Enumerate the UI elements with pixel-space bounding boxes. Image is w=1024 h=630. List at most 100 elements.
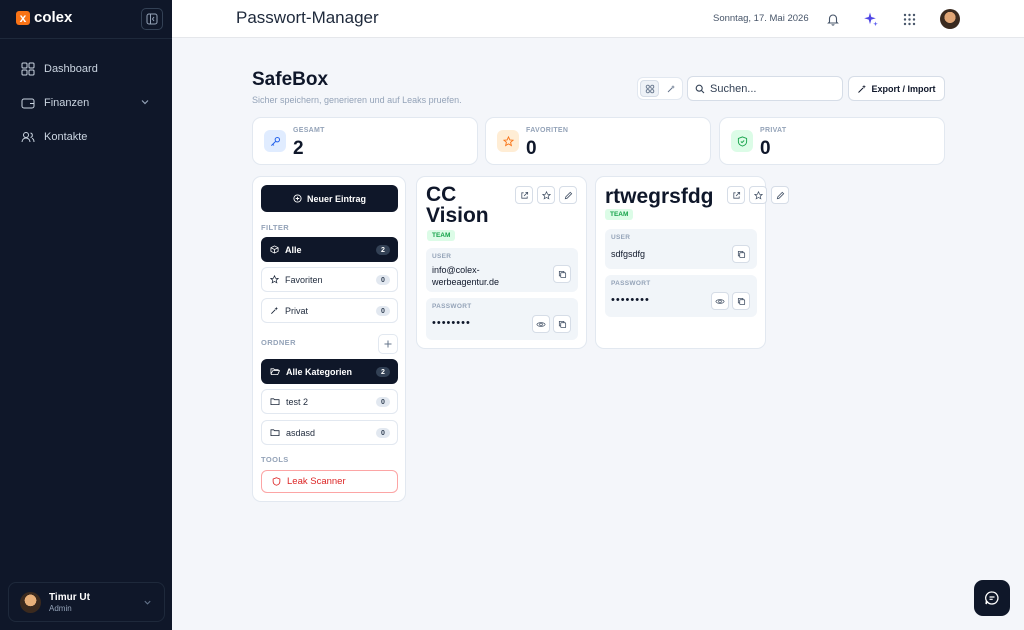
- sidebar-item-label: Dashboard: [44, 63, 98, 75]
- filter-item-alle[interactable]: Alle 2: [261, 237, 398, 262]
- notification-button[interactable]: [824, 10, 842, 28]
- apps-grid-icon: [903, 13, 915, 25]
- filter-label: Privat: [285, 305, 309, 316]
- add-folder-button[interactable]: [378, 334, 398, 354]
- export-import-button[interactable]: Export / Import: [848, 76, 945, 101]
- new-entry-button[interactable]: Neuer Eintrag: [261, 185, 398, 212]
- chevron-down-icon: [141, 100, 149, 105]
- sidebar-divider: [0, 38, 172, 39]
- sidebar-nav: Dashboard Finanzen Kontakte: [0, 56, 172, 158]
- eye-icon: [715, 298, 725, 304]
- chat-icon: [985, 591, 999, 605]
- stat-value: 2: [293, 138, 304, 159]
- folder-item-alle-kategorien[interactable]: Alle Kategorien 2: [261, 359, 398, 384]
- entry-title: CC Vision: [426, 184, 489, 226]
- external-link-icon: [732, 191, 740, 199]
- copy-icon: [737, 250, 745, 258]
- plus-circle-icon: [293, 194, 302, 203]
- ai-assistant-button[interactable]: [862, 10, 880, 28]
- search-input[interactable]: [710, 82, 835, 95]
- folder-count: 0: [376, 397, 390, 407]
- favorite-button[interactable]: [537, 186, 555, 204]
- sidebar-item-kontakte[interactable]: Kontakte: [0, 124, 172, 150]
- favorite-button[interactable]: [749, 186, 767, 204]
- brand-logo[interactable]: x colex: [16, 9, 72, 26]
- copy-password-button[interactable]: [553, 315, 571, 333]
- box-icon: [270, 245, 279, 254]
- magic-icon: [667, 84, 675, 92]
- entry-title-line: CC: [426, 183, 457, 206]
- folder-item-test-2[interactable]: test 2 0: [261, 389, 398, 414]
- generator-view-button[interactable]: [661, 80, 680, 97]
- external-link-icon: [520, 191, 528, 199]
- brand-mark-icon: x: [16, 10, 30, 25]
- copy-password-button[interactable]: [732, 292, 750, 310]
- folder-label: test 2: [286, 396, 309, 407]
- stat-value: 0: [526, 138, 537, 159]
- field-label: PASSWORT: [432, 303, 472, 310]
- entry-actions: [727, 186, 789, 204]
- folder-item-asdasd[interactable]: asdasd 0: [261, 420, 398, 445]
- bell-icon: [827, 14, 839, 26]
- team-badge: TEAM: [427, 230, 456, 241]
- user-menu[interactable]: Timur Ut Admin: [8, 582, 165, 622]
- filter-count: 0: [376, 275, 390, 285]
- search-box: [687, 76, 843, 101]
- safebox-title: SafeBox: [252, 69, 329, 90]
- folder-section-label: ORDNER: [261, 338, 296, 347]
- folder-label: asdasd: [286, 427, 316, 438]
- sparkle-icon: [864, 12, 878, 27]
- chat-support-button[interactable]: [974, 580, 1010, 616]
- sidebar-item-label: Kontakte: [44, 131, 88, 143]
- folder-label: Alle Kategorien: [286, 366, 353, 377]
- edit-button[interactable]: [771, 186, 789, 204]
- field-label: USER: [611, 234, 631, 241]
- chevron-down-icon: [144, 600, 151, 605]
- field-value: sdfgsdfg: [611, 249, 646, 259]
- copy-user-button[interactable]: [732, 245, 750, 263]
- view-toggle: [637, 77, 683, 100]
- team-badge: TEAM: [605, 209, 634, 220]
- wallet-icon: [21, 98, 35, 109]
- field-label: PASSWORT: [611, 280, 651, 287]
- folder-icon: [270, 398, 280, 406]
- filter-item-privat[interactable]: Privat 0: [261, 298, 398, 323]
- edit-button[interactable]: [559, 186, 577, 204]
- copy-icon: [558, 270, 566, 278]
- shield-icon: [272, 477, 281, 486]
- entry-title: rtwegrsfdg: [605, 185, 714, 208]
- page-title: Passwort-Manager: [236, 8, 379, 27]
- username-line: info@colex-: [432, 265, 480, 275]
- copy-user-button[interactable]: [553, 265, 571, 283]
- open-link-button[interactable]: [727, 186, 745, 204]
- filter-item-favoriten[interactable]: Favoriten 0: [261, 267, 398, 292]
- sidebar-item-finanzen[interactable]: Finanzen: [0, 90, 172, 116]
- folder-icon: [270, 429, 280, 437]
- field-label: USER: [432, 253, 452, 260]
- apps-button[interactable]: [900, 10, 918, 28]
- leak-scanner-label: Leak Scanner: [287, 476, 346, 487]
- star-icon: [753, 190, 763, 200]
- avatar[interactable]: [940, 9, 960, 29]
- stat-card-gesamt: GESAMT 2: [252, 117, 478, 165]
- field-value: info@colex- werbeagentur.de: [432, 264, 499, 288]
- collapse-sidebar-button[interactable]: [141, 8, 163, 30]
- password-value: ••••••••: [611, 294, 650, 306]
- password-field: PASSWORT ••••••••: [426, 298, 578, 340]
- copy-icon: [737, 297, 745, 305]
- filter-panel: Neuer Eintrag FILTER Alle 2 Favoriten 0 …: [252, 176, 406, 502]
- grid-view-button[interactable]: [640, 80, 660, 97]
- sidebar-item-dashboard[interactable]: Dashboard: [0, 56, 172, 82]
- copy-icon: [558, 320, 566, 328]
- password-entry-card[interactable]: CC Vision TEAM USER info@colex- werbeage…: [416, 176, 587, 349]
- password-entry-card[interactable]: rtwegrsfdg TEAM USER sdfgsdfg PASSWORT •…: [595, 176, 789, 349]
- folder-count: 2: [376, 367, 390, 377]
- stat-label: FAVORITEN: [526, 127, 569, 134]
- entry-actions: [515, 186, 577, 204]
- new-entry-label: Neuer Eintrag: [306, 193, 366, 204]
- show-password-button[interactable]: [532, 315, 550, 333]
- leak-scanner-button[interactable]: Leak Scanner: [261, 470, 398, 493]
- pencil-icon: [564, 191, 572, 199]
- show-password-button[interactable]: [711, 292, 729, 310]
- open-link-button[interactable]: [515, 186, 533, 204]
